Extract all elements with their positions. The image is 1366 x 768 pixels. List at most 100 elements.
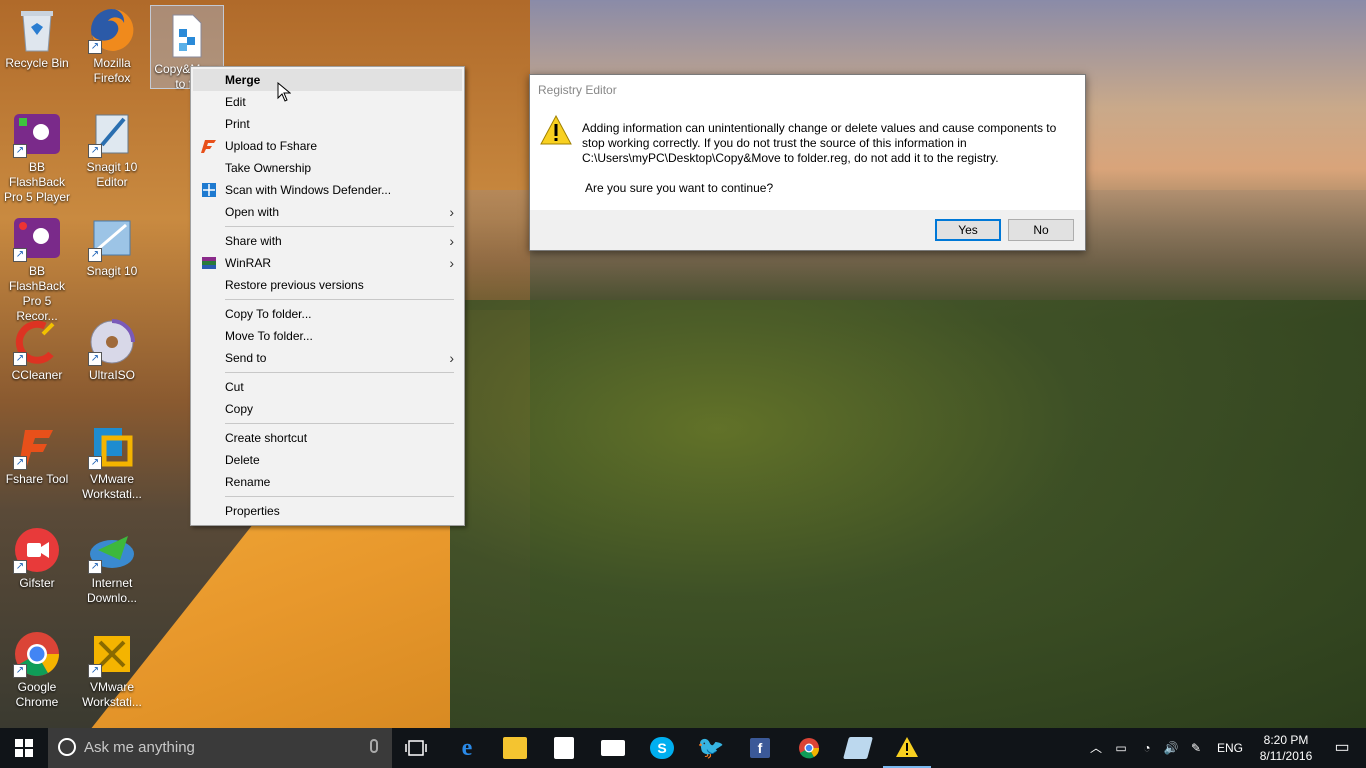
windows-defender-icon bbox=[202, 183, 216, 197]
desktop-icon-fshare-tool[interactable]: ↗ Fshare Tool bbox=[1, 416, 73, 487]
desktop-icon-snagit[interactable]: ↗ Snagit 10 bbox=[76, 208, 148, 279]
ultraiso-icon: ↗ bbox=[88, 318, 136, 366]
menu-item-edit[interactable]: Edit bbox=[191, 91, 464, 113]
bb-flashback-recorder-icon: ↗ bbox=[13, 214, 61, 262]
shortcut-arrow-icon: ↗ bbox=[13, 560, 27, 574]
context-menu: Merge Edit Print Upload to Fshare Take O… bbox=[190, 66, 465, 526]
chevron-right-icon: › bbox=[449, 350, 454, 366]
action-center-icon[interactable]: ▭ bbox=[1318, 728, 1366, 768]
menu-item-properties[interactable]: Properties bbox=[191, 500, 464, 522]
menu-item-winrar[interactable]: WinRAR › bbox=[191, 252, 464, 274]
store-icon bbox=[554, 737, 574, 759]
desktop-icon-gifster[interactable]: ↗ Gifster bbox=[1, 520, 73, 591]
shortcut-arrow-icon: ↗ bbox=[13, 352, 27, 366]
menu-separator bbox=[225, 372, 454, 373]
no-button[interactable]: No bbox=[1008, 219, 1074, 241]
taskbar-store[interactable] bbox=[540, 728, 588, 768]
desktop-icon-mozilla-firefox[interactable]: ↗ Mozilla Firefox bbox=[76, 0, 148, 86]
shortcut-arrow-icon: ↗ bbox=[88, 40, 102, 54]
chevron-right-icon: › bbox=[449, 233, 454, 249]
menu-item-create-shortcut[interactable]: Create shortcut bbox=[191, 427, 464, 449]
start-button[interactable] bbox=[0, 728, 48, 768]
menu-item-move-to-folder[interactable]: Move To folder... bbox=[191, 325, 464, 347]
menu-item-copy-to-folder[interactable]: Copy To folder... bbox=[191, 303, 464, 325]
desktop-icon-internet-download-manager[interactable]: ↗ Internet Downlo... bbox=[76, 520, 148, 606]
menu-item-delete[interactable]: Delete bbox=[191, 449, 464, 471]
microphone-icon[interactable] bbox=[370, 739, 378, 753]
menu-item-print[interactable]: Print bbox=[191, 113, 464, 135]
chrome-icon: ↗ bbox=[13, 630, 61, 678]
cortana-search-box[interactable]: Ask me anything bbox=[48, 728, 392, 768]
clock[interactable]: 8:20 PM 8/11/2016 bbox=[1254, 732, 1318, 764]
shortcut-arrow-icon: ↗ bbox=[88, 144, 102, 158]
menu-item-scan-with-defender[interactable]: Scan with Windows Defender... bbox=[191, 179, 464, 201]
recycle-bin-icon bbox=[13, 6, 61, 54]
dialog-message: Adding information can unintentionally c… bbox=[582, 121, 1057, 165]
menu-separator bbox=[225, 299, 454, 300]
menu-item-rename[interactable]: Rename bbox=[191, 471, 464, 493]
warning-icon bbox=[540, 115, 572, 145]
battery-icon[interactable]: ▭ bbox=[1110, 728, 1132, 768]
taskbar-facebook[interactable]: f bbox=[736, 728, 784, 768]
menu-item-restore-previous-versions[interactable]: Restore previous versions bbox=[191, 274, 464, 296]
shortcut-arrow-icon: ↗ bbox=[88, 352, 102, 366]
taskbar-twitter[interactable]: 🐦 bbox=[687, 728, 735, 768]
search-placeholder: Ask me anything bbox=[84, 739, 195, 756]
desktop-icon-snagit-editor[interactable]: ↗ Snagit 10 Editor bbox=[76, 104, 148, 190]
edge-icon: e bbox=[461, 734, 473, 761]
shortcut-arrow-icon: ↗ bbox=[13, 456, 27, 470]
folder-icon bbox=[503, 737, 527, 759]
menu-item-copy[interactable]: Copy bbox=[191, 398, 464, 420]
taskbar-file-explorer[interactable] bbox=[491, 728, 539, 768]
taskbar-registry-warning[interactable] bbox=[883, 728, 931, 768]
clock-time: 8:20 PM bbox=[1263, 733, 1309, 747]
registry-file-icon bbox=[163, 12, 211, 60]
ccleaner-icon: ↗ bbox=[13, 318, 61, 366]
show-hidden-icons-chevron-icon[interactable]: ︿ bbox=[1086, 728, 1106, 768]
shortcut-arrow-icon: ↗ bbox=[88, 248, 102, 262]
shortcut-arrow-icon: ↗ bbox=[88, 456, 102, 470]
winrar-icon bbox=[202, 257, 216, 269]
menu-item-cut[interactable]: Cut bbox=[191, 376, 464, 398]
skype-icon: S bbox=[650, 737, 674, 759]
desktop-icon-google-chrome[interactable]: ↗ Google Chrome bbox=[1, 624, 73, 710]
snagit-icon bbox=[843, 737, 873, 759]
wifi-icon[interactable]: ◔ bbox=[1136, 728, 1158, 768]
menu-item-open-with[interactable]: Open with › bbox=[191, 201, 464, 223]
menu-item-merge[interactable]: Merge bbox=[193, 69, 462, 91]
menu-separator bbox=[225, 226, 454, 227]
twitter-icon: 🐦 bbox=[697, 735, 725, 760]
cortana-icon bbox=[58, 738, 76, 756]
desktop-icon-bb-flashback-recorder[interactable]: ↗ BB FlashBack Pro 5 Recor... bbox=[1, 208, 73, 324]
desktop-icon-bb-flashback-player[interactable]: ↗ BB FlashBack Pro 5 Player bbox=[1, 104, 73, 205]
mouse-cursor-icon bbox=[277, 82, 291, 102]
shortcut-arrow-icon: ↗ bbox=[13, 664, 27, 678]
menu-item-upload-to-fshare[interactable]: Upload to Fshare bbox=[191, 135, 464, 157]
taskbar-skype[interactable]: S bbox=[638, 728, 686, 768]
dialog-question: Are you sure you want to continue? bbox=[585, 181, 774, 195]
snagit-icon: ↗ bbox=[88, 214, 136, 262]
internet-download-manager-icon: ↗ bbox=[88, 526, 136, 574]
task-view-icon bbox=[405, 740, 427, 756]
volume-icon[interactable]: 🔊 bbox=[1160, 728, 1182, 768]
desktop-icon-ccleaner[interactable]: ↗ CCleaner bbox=[1, 312, 73, 383]
desktop-icon-vmware-workstation-1[interactable]: ↗ VMware Workstati... bbox=[76, 416, 148, 502]
desktop-icon-vmware-workstation-2[interactable]: ↗ VMware Workstati... bbox=[76, 624, 148, 710]
shortcut-arrow-icon: ↗ bbox=[13, 144, 27, 158]
taskbar-snagit[interactable] bbox=[834, 728, 882, 768]
taskbar-edge[interactable]: e bbox=[443, 728, 491, 768]
gifster-icon: ↗ bbox=[13, 526, 61, 574]
menu-item-send-to[interactable]: Send to › bbox=[191, 347, 464, 369]
chevron-right-icon: › bbox=[449, 255, 454, 271]
menu-item-share-with[interactable]: Share with › bbox=[191, 230, 464, 252]
dialog-title: Registry Editor bbox=[538, 83, 617, 97]
desktop-icon-recycle-bin[interactable]: Recycle Bin bbox=[1, 0, 73, 71]
taskbar-chrome[interactable] bbox=[785, 728, 833, 768]
menu-item-take-ownership[interactable]: Take Ownership bbox=[191, 157, 464, 179]
language-indicator[interactable]: ENG bbox=[1212, 728, 1248, 768]
yes-button[interactable]: Yes bbox=[935, 219, 1001, 241]
taskbar-mail[interactable] bbox=[589, 728, 637, 768]
desktop-icon-ultraiso[interactable]: ↗ UltraISO bbox=[76, 312, 148, 383]
task-view-button[interactable] bbox=[392, 728, 440, 768]
pen-icon[interactable]: ✎ bbox=[1184, 728, 1208, 768]
